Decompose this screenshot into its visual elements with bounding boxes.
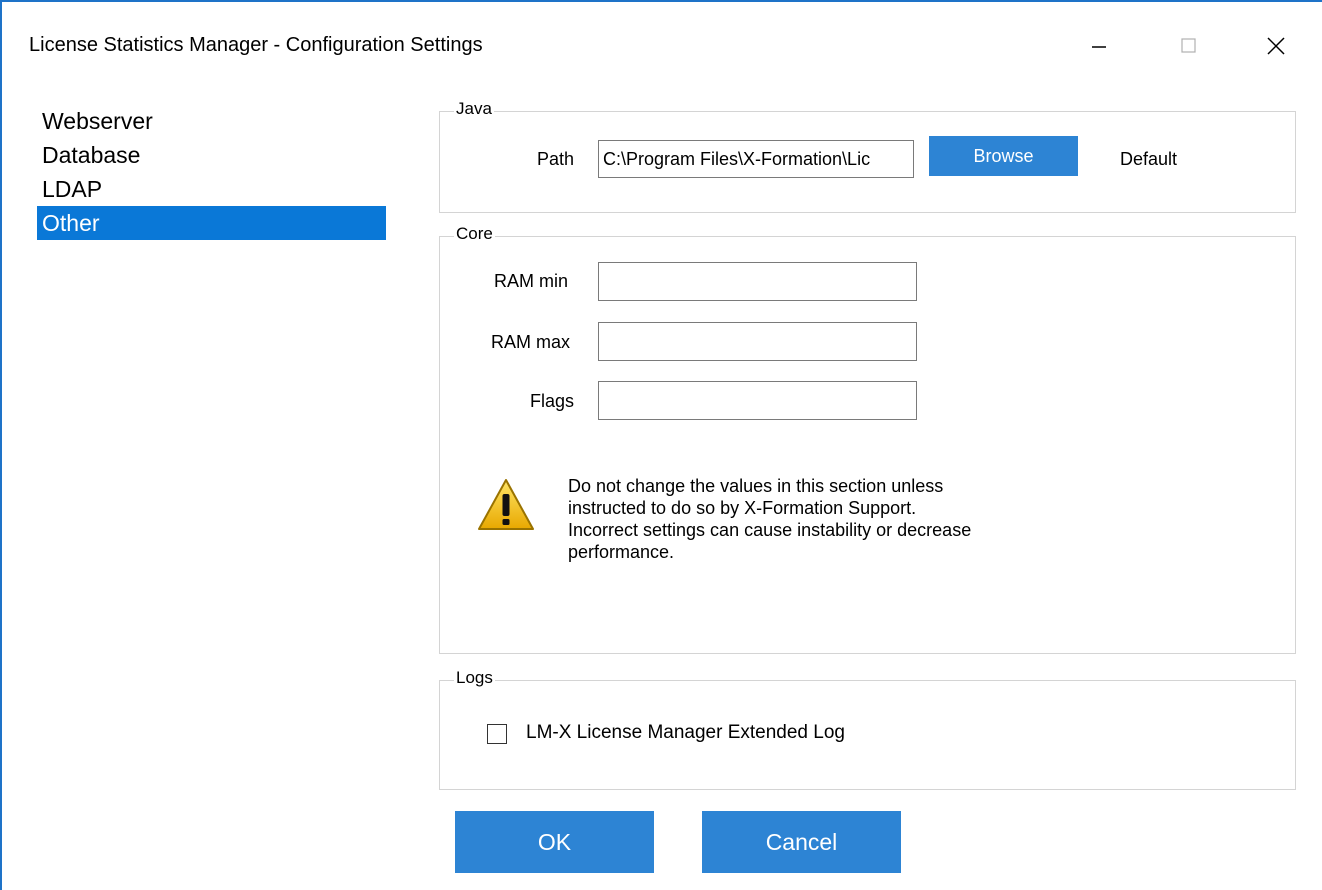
- window-title: License Statistics Manager - Configurati…: [29, 34, 483, 56]
- close-button[interactable]: [1256, 26, 1296, 66]
- nav-item-other[interactable]: Other: [37, 206, 386, 240]
- maximize-button[interactable]: [1169, 26, 1209, 66]
- flags-label: Flags: [530, 391, 575, 411]
- cancel-button[interactable]: Cancel: [702, 811, 901, 873]
- config-settings-window: License Statistics Manager - Configurati…: [0, 0, 1322, 890]
- ram-max-label: RAM max: [491, 332, 571, 352]
- title-bar[interactable]: License Statistics Manager - Configurati…: [2, 2, 1322, 90]
- default-link[interactable]: Default: [1120, 149, 1177, 170]
- flags-input[interactable]: [598, 381, 917, 420]
- core-group: Core RAM min RAM max Flags Do not change…: [439, 224, 1296, 654]
- maximize-icon: [1181, 38, 1196, 53]
- settings-nav-list: Webserver Database LDAP Other: [37, 104, 386, 240]
- nav-item-database[interactable]: Database: [37, 138, 386, 172]
- logs-group-label: Logs: [454, 668, 495, 688]
- extended-log-checkbox[interactable]: [487, 724, 507, 744]
- java-path-input[interactable]: [598, 140, 914, 178]
- ok-button[interactable]: OK: [455, 811, 654, 873]
- java-group-label: Java: [454, 99, 494, 119]
- warning-text: Do not change the values in this section…: [568, 476, 972, 562]
- warning-triangle-icon: [478, 479, 534, 530]
- ram-max-input[interactable]: [598, 322, 917, 361]
- java-group: Java Path Browse Default: [439, 99, 1296, 213]
- ram-min-label: RAM min: [494, 271, 569, 291]
- java-path-label: Path: [537, 149, 575, 169]
- ram-min-input[interactable]: [598, 262, 917, 301]
- core-group-label: Core: [454, 224, 495, 244]
- extended-log-label[interactable]: LM-X License Manager Extended Log: [526, 722, 845, 744]
- close-icon: [1267, 37, 1285, 55]
- nav-item-ldap[interactable]: LDAP: [37, 172, 386, 206]
- browse-button[interactable]: Browse: [929, 136, 1078, 176]
- minimize-button[interactable]: [1079, 26, 1119, 66]
- logs-group: Logs LM-X License Manager Extended Log: [439, 668, 1296, 790]
- minimize-icon: [1092, 46, 1106, 48]
- nav-item-webserver[interactable]: Webserver: [37, 104, 386, 138]
